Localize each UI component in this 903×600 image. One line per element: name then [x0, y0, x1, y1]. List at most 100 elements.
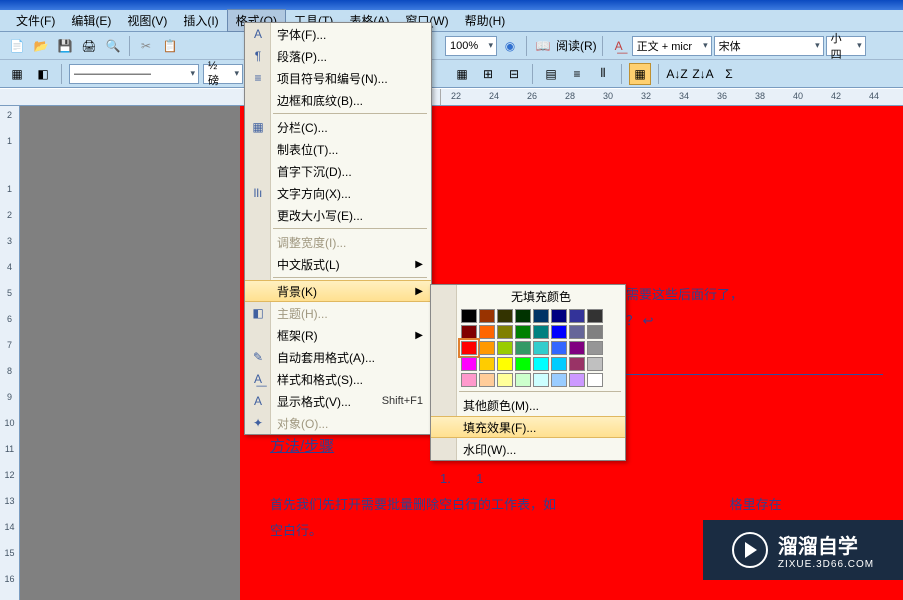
color-swatch[interactable]: [569, 373, 585, 387]
color-swatch[interactable]: [551, 325, 567, 339]
format-menu-item[interactable]: 文字方向(X)...llı: [245, 182, 431, 204]
menu-view[interactable]: 视图(V): [119, 10, 175, 31]
save-icon[interactable]: 💾: [54, 35, 76, 57]
format-toolbar: ▦ ◧ ——————— ½ 磅 ▦ ⊞ ⊟ ▤ ≡ ⫴ ▦ A↓Z Z↓A Σ: [0, 60, 903, 88]
bg-submenu-item[interactable]: 水印(W)...: [431, 438, 625, 460]
format-menu-item[interactable]: 项目符号和编号(N)...≡: [245, 67, 431, 89]
color-swatch[interactable]: [497, 309, 513, 323]
help-icon[interactable]: ◉: [499, 35, 521, 57]
print-preview-icon[interactable]: 🔍: [102, 35, 124, 57]
color-swatch[interactable]: [479, 309, 495, 323]
distribute-rows-icon[interactable]: ≡: [566, 63, 588, 85]
color-swatch[interactable]: [515, 373, 531, 387]
color-swatch[interactable]: [515, 325, 531, 339]
copy-icon[interactable]: 📋: [159, 35, 181, 57]
format-menu-item[interactable]: 主题(H)...◧: [245, 302, 431, 324]
style-combo[interactable]: 正文 + micr: [632, 36, 712, 56]
watermark-logo: 溜溜自学 ZIXUE.3D66.COM: [703, 520, 903, 580]
color-swatch[interactable]: [461, 325, 477, 339]
color-swatch[interactable]: [587, 309, 603, 323]
format-menu-item[interactable]: 段落(P)...¶: [245, 45, 431, 67]
color-swatch[interactable]: [587, 373, 603, 387]
no-fill-color[interactable]: 无填充颜色: [431, 285, 625, 305]
horizontal-ruler[interactable]: 22 24 26 28 30 32 34 36 38 40 42 44: [0, 88, 903, 106]
distribute-cols-icon[interactable]: ⫴: [592, 63, 614, 85]
format-menu-item[interactable]: 制表位(T)...: [245, 138, 431, 160]
format-menu-item[interactable]: 自动套用格式(A)...✎: [245, 346, 431, 368]
bg-submenu-item[interactable]: 其他颜色(M)...: [431, 394, 625, 416]
color-swatch[interactable]: [551, 357, 567, 371]
color-swatch[interactable]: [515, 309, 531, 323]
format-menu-item[interactable]: 样式和格式(S)...A͟: [245, 368, 431, 390]
format-menu-item[interactable]: 分栏(C)...▦: [245, 116, 431, 138]
format-menu-item[interactable]: 字体(F)...A: [245, 23, 431, 45]
color-swatch[interactable]: [461, 341, 477, 355]
color-swatch[interactable]: [569, 357, 585, 371]
format-menu-item[interactable]: 调整宽度(I)...: [245, 231, 431, 253]
bg-submenu-item[interactable]: 填充效果(F)...: [431, 416, 625, 438]
merge-cells-icon[interactable]: ⊞: [477, 63, 499, 85]
color-swatch[interactable]: [497, 325, 513, 339]
color-swatch[interactable]: [551, 309, 567, 323]
color-swatch[interactable]: [533, 341, 549, 355]
color-swatch[interactable]: [587, 325, 603, 339]
color-swatch[interactable]: [533, 309, 549, 323]
sort-asc-icon[interactable]: A↓Z: [666, 63, 688, 85]
read-mode-icon[interactable]: 📖: [532, 35, 554, 57]
color-swatch[interactable]: [587, 341, 603, 355]
vertical-ruler[interactable]: 2 1 1 2 3 4 5 6 7 8 9 10 11 12 13 14 15 …: [0, 106, 20, 600]
table-draw-icon[interactable]: ▦: [6, 63, 28, 85]
color-swatch[interactable]: [497, 357, 513, 371]
color-swatch[interactable]: [515, 341, 531, 355]
menu-edit[interactable]: 编辑(E): [63, 10, 119, 31]
format-menu-item[interactable]: 对象(O)...✦: [245, 412, 431, 434]
color-swatch[interactable]: [569, 325, 585, 339]
line-weight-combo[interactable]: ½ 磅: [203, 64, 243, 84]
color-swatch[interactable]: [461, 373, 477, 387]
format-menu-item[interactable]: 更改大小写(E)...: [245, 204, 431, 226]
color-swatch[interactable]: [533, 357, 549, 371]
fontsize-combo[interactable]: 小四: [826, 36, 866, 56]
autosum-icon[interactable]: Σ: [718, 63, 740, 85]
color-swatch[interactable]: [497, 341, 513, 355]
format-menu-item[interactable]: 显示格式(V)...AShift+F1: [245, 390, 431, 412]
color-swatch[interactable]: [479, 341, 495, 355]
color-swatch[interactable]: [533, 325, 549, 339]
format-menu-item[interactable]: 框架(R)▶: [245, 324, 431, 346]
style-icon[interactable]: A͟: [608, 35, 630, 57]
menu-insert[interactable]: 插入(I): [175, 10, 226, 31]
color-swatch[interactable]: [461, 309, 477, 323]
color-swatch[interactable]: [479, 357, 495, 371]
zoom-combo[interactable]: 100%: [445, 36, 497, 56]
read-label[interactable]: 阅读(R): [556, 37, 597, 54]
cut-icon[interactable]: ✂: [135, 35, 157, 57]
color-swatch[interactable]: [569, 309, 585, 323]
format-menu-item[interactable]: 首字下沉(D)...: [245, 160, 431, 182]
color-swatch[interactable]: [479, 373, 495, 387]
format-menu-item[interactable]: 背景(K)▶: [245, 280, 431, 302]
color-swatch[interactable]: [497, 373, 513, 387]
print-icon[interactable]: 🖨: [78, 35, 100, 57]
menu-file[interactable]: 文件(F): [8, 10, 63, 31]
color-swatch[interactable]: [551, 373, 567, 387]
format-menu-item[interactable]: 中文版式(L)▶: [245, 253, 431, 275]
new-doc-icon[interactable]: 📄: [6, 35, 28, 57]
eraser-icon[interactable]: ◧: [32, 63, 54, 85]
insert-table-icon[interactable]: ▦: [451, 63, 473, 85]
format-menu-item[interactable]: 边框和底纹(B)...: [245, 89, 431, 111]
color-swatch[interactable]: [551, 341, 567, 355]
color-swatch[interactable]: [569, 341, 585, 355]
autoformat-icon[interactable]: ▦: [629, 63, 651, 85]
color-swatch[interactable]: [515, 357, 531, 371]
font-combo[interactable]: 宋体: [714, 36, 824, 56]
color-swatch[interactable]: [587, 357, 603, 371]
open-icon[interactable]: 📂: [30, 35, 52, 57]
sort-desc-icon[interactable]: Z↓A: [692, 63, 714, 85]
line-style-combo[interactable]: ———————: [69, 64, 199, 84]
color-swatch[interactable]: [533, 373, 549, 387]
color-swatch[interactable]: [461, 357, 477, 371]
menu-help[interactable]: 帮助(H): [457, 10, 514, 31]
color-swatch[interactable]: [479, 325, 495, 339]
split-cells-icon[interactable]: ⊟: [503, 63, 525, 85]
align-tl-icon[interactable]: ▤: [540, 63, 562, 85]
